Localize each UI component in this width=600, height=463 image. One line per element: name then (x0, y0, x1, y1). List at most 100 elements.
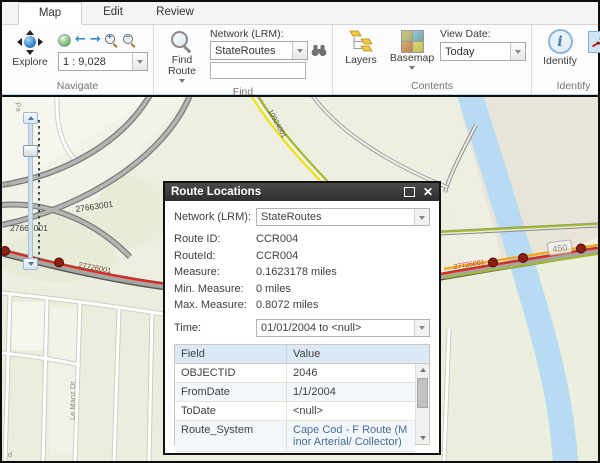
dialog-body: Network (LRM): StateRoutes Route ID: CCR… (165, 201, 439, 453)
app-window: Map Edit Review Explore ← (0, 0, 600, 463)
full-extent-globe-icon[interactable] (58, 34, 71, 47)
group-contents: Layers Basemap View Date: Today (333, 25, 532, 94)
network-lrm-value: StateRoutes (211, 45, 292, 57)
cell-fromdate: FromDate (175, 383, 287, 401)
route-search-input[interactable] (210, 62, 306, 79)
binoculars-icon[interactable] (311, 44, 327, 57)
basemap-dropdown-arrow[interactable] (409, 66, 415, 73)
close-icon[interactable]: ✕ (423, 187, 433, 197)
view-date-value: Today (441, 46, 510, 58)
dialog-network-combo[interactable]: StateRoutes (256, 208, 430, 226)
time-value: 01/01/2004 to <null> (257, 322, 414, 334)
dialog-network-label: Network (LRM): (174, 211, 256, 223)
dialog-network-dropdown-arrow[interactable] (414, 209, 429, 225)
find-route-label: Find Route (166, 55, 198, 77)
route-id-value: CCR004 (256, 232, 298, 248)
group-label-identify: Identify (532, 80, 600, 94)
routeid-label: RouteId: (174, 249, 256, 265)
group-identify: i Identify Identify (532, 25, 600, 94)
table-header-row: Field Value (175, 345, 429, 364)
dialog-titlebar[interactable]: Route Locations ✕ (165, 183, 439, 201)
measure-label: Measure: (174, 265, 256, 281)
network-lrm-label: Network (LRM): (210, 28, 327, 40)
scale-dropdown-arrow[interactable] (132, 53, 147, 70)
map-canvas[interactable]: 450 27663001 27663001 27726001 27726001 … (2, 95, 598, 461)
layers-label: Layers (345, 55, 377, 66)
tab-edit[interactable]: Edit (82, 2, 144, 24)
slider-handle[interactable] (23, 145, 38, 157)
field-column-header: Field (175, 345, 287, 363)
map-scale-combo[interactable]: 1 : 9,028 (58, 52, 148, 71)
table-scrollbar[interactable] (415, 364, 429, 445)
cell-todate-value: <null> (287, 402, 415, 420)
measure-value: 0.1623178 miles (256, 265, 337, 281)
cell-objectid: OBJECTID (175, 364, 287, 382)
explore-label: Explore (12, 57, 48, 68)
view-date-combo[interactable]: Today (440, 42, 526, 61)
min-measure-label: Min. Measure: (174, 282, 256, 298)
basemap-label: Basemap (390, 53, 434, 64)
identify-i-glyph: i (557, 34, 562, 50)
cell-route-system-value: Cape Cod - F Route (Minor Arterial/ Coll… (287, 421, 415, 451)
explore-button[interactable]: Explore (7, 27, 53, 80)
identify-button[interactable]: i Identify (537, 27, 583, 80)
time-label: Time: (174, 322, 256, 334)
network-dropdown-arrow[interactable] (292, 42, 307, 59)
tab-map[interactable]: Map (18, 2, 82, 25)
table-row: ToDate <null> (175, 402, 415, 421)
find-route-button[interactable]: Find Route (159, 27, 205, 86)
table-row: OBJECTID 2046 (175, 364, 415, 383)
tab-review[interactable]: Review (144, 2, 206, 24)
cell-objectid-value: 2046 (287, 364, 415, 382)
routeid-value: CCR004 (256, 249, 298, 265)
group-label-contents: Contents (333, 80, 531, 94)
time-dropdown-arrow[interactable] (414, 320, 429, 336)
zoom-slider[interactable] (23, 112, 40, 272)
route-id-label: Route ID: (174, 232, 256, 248)
route-locations-dialog: Route Locations ✕ Network (LRM): StateRo… (163, 181, 441, 455)
find-route-magnifier-icon (170, 30, 194, 54)
next-extent-icon[interactable]: → (90, 33, 101, 47)
find-route-dropdown-arrow[interactable] (179, 79, 185, 86)
layers-button[interactable]: Layers (338, 27, 384, 80)
attributes-table: Field Value OBJECTID 2046 FromDate 1/1/2… (174, 344, 430, 446)
scrollbar-up-arrow[interactable] (416, 365, 429, 376)
route-shield: 450 (547, 240, 573, 256)
cell-todate: ToDate (175, 402, 287, 420)
street-label-d: d (8, 450, 12, 459)
zoom-in-icon[interactable]: + (105, 33, 119, 47)
time-combo[interactable]: 01/01/2004 to <null> (256, 319, 430, 337)
route-shield-label: 450 (552, 242, 568, 254)
view-date-label: View Date: (440, 28, 526, 40)
scrollbar-thumb[interactable] (417, 378, 428, 408)
basemap-button[interactable]: Basemap (389, 27, 435, 80)
explore-icon (17, 30, 43, 55)
scrollbar-down-arrow[interactable] (416, 432, 429, 443)
slider-zoom-out-button[interactable] (23, 258, 38, 270)
zoom-out-icon[interactable]: − (123, 33, 137, 47)
identify-route-icon (592, 35, 600, 49)
table-row: Route_System Cape Cod - F Route (Minor A… (175, 421, 415, 452)
identify-icon: i (548, 29, 573, 54)
basemap-icon (401, 30, 423, 52)
table-rows: OBJECTID 2046 FromDate 1/1/2004 ToDate <… (175, 364, 415, 445)
slider-tick-marks (38, 120, 40, 260)
identify-label: Identify (543, 56, 577, 67)
previous-extent-icon[interactable]: ← (75, 33, 86, 47)
group-label-navigate: Navigate (2, 80, 153, 94)
max-measure-value: 0.8072 miles (256, 298, 318, 314)
map-scale-value: 1 : 9,028 (59, 56, 132, 68)
layers-icon (349, 30, 373, 54)
maximize-icon[interactable] (404, 187, 415, 197)
street-label-le-manz-dr: Le Manz Dr (68, 381, 77, 420)
network-lrm-combo[interactable]: StateRoutes (210, 41, 308, 60)
table-row: FromDate 1/1/2004 (175, 383, 415, 402)
identify-route-locations-tool-button[interactable] (588, 31, 600, 53)
ribbon-tabs: Map Edit Review (2, 2, 598, 25)
dialog-network-value: StateRoutes (257, 211, 414, 223)
zoom-out-minus: − (125, 32, 130, 41)
slider-track[interactable] (28, 123, 33, 259)
cell-fromdate-value: 1/1/2004 (287, 383, 415, 401)
zoom-in-plus: + (107, 32, 112, 41)
view-date-dropdown-arrow[interactable] (510, 43, 525, 60)
